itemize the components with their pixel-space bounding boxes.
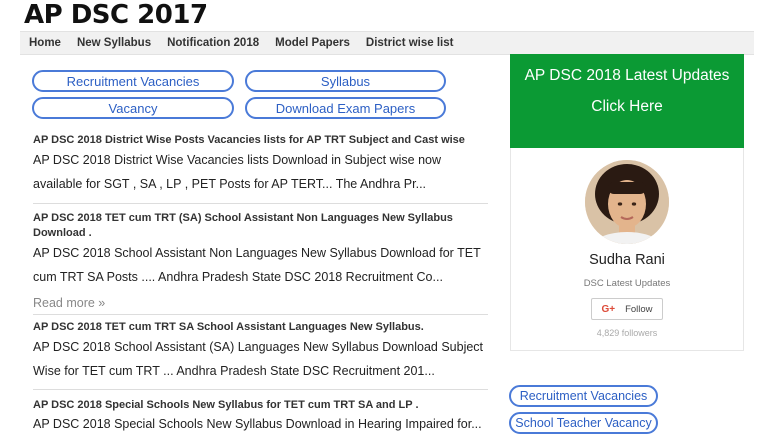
profile-name[interactable]: Sudha Rani — [511, 252, 743, 268]
followers-count: 4,829 followers — [596, 328, 658, 338]
google-plus-icon: G+ — [601, 303, 616, 315]
post-title-link[interactable]: AP DSC 2018 TET cum TRT SA School Assist… — [33, 320, 488, 335]
post-item: AP DSC 2018 TET cum TRT SA School Assist… — [33, 320, 488, 383]
nav-notification-2018[interactable]: Notification 2018 — [167, 37, 259, 49]
profile-tagline: DSC Latest Updates — [583, 278, 671, 289]
avatar-photo — [585, 160, 669, 244]
post-item: AP DSC 2018 District Wise Posts Vacancie… — [33, 133, 488, 196]
download-exam-papers-button[interactable]: Download Exam Papers — [245, 97, 446, 119]
avatar[interactable] — [585, 160, 669, 244]
nav-new-syllabus[interactable]: New Syllabus — [77, 37, 151, 49]
post-title-link[interactable]: AP DSC 2018 District Wise Posts Vacancie… — [33, 133, 488, 148]
post-divider — [33, 203, 488, 204]
post-item: AP DSC 2018 TET cum TRT (SA) School Assi… — [33, 211, 488, 289]
profile-card: Sudha Rani DSC Latest Updates G+ Follow … — [510, 148, 744, 351]
site-title[interactable]: AP DSC 2017 — [24, 0, 208, 30]
sidebar-school-teacher-vacancy-button[interactable]: School Teacher Vacancy — [509, 412, 658, 434]
post-item: AP DSC 2018 Special Schools New Syllabus… — [33, 398, 488, 435]
nav-model-papers[interactable]: Model Papers — [275, 37, 350, 49]
post-title-link[interactable]: AP DSC 2018 Special Schools New Syllabus… — [33, 398, 488, 413]
nav-home[interactable]: Home — [29, 37, 61, 49]
post-snippet: AP DSC 2018 Special Schools New Syllabus… — [33, 417, 482, 431]
post-divider — [33, 389, 488, 390]
post-snippet: AP DSC 2018 School Assistant Non Languag… — [33, 246, 481, 284]
recruitment-vacancies-button[interactable]: Recruitment Vacancies — [32, 70, 234, 92]
follow-button[interactable]: G+ Follow — [591, 298, 663, 320]
post-title-link[interactable]: AP DSC 2018 TET cum TRT (SA) School Assi… — [33, 211, 488, 241]
nav-district-wise-list[interactable]: District wise list — [366, 37, 454, 49]
syllabus-button[interactable]: Syllabus — [245, 70, 446, 92]
sidebar-recruitment-vacancies-button[interactable]: Recruitment Vacancies — [509, 385, 658, 407]
promo-click-here[interactable]: Click Here — [510, 98, 744, 116]
promo-title: AP DSC 2018 Latest Updates — [524, 67, 730, 84]
vacancy-button[interactable]: Vacancy — [32, 97, 234, 119]
post-divider — [33, 314, 488, 315]
read-more-link[interactable]: Read more » — [33, 296, 105, 310]
latest-updates-banner[interactable]: AP DSC 2018 Latest Updates Click Here — [510, 54, 744, 148]
main-nav: Home New Syllabus Notification 2018 Mode… — [20, 31, 754, 55]
follow-label: Follow — [625, 303, 653, 315]
post-snippet: AP DSC 2018 District Wise Vacancies list… — [33, 153, 442, 191]
post-snippet: AP DSC 2018 School Assistant (SA) Langua… — [33, 340, 484, 378]
